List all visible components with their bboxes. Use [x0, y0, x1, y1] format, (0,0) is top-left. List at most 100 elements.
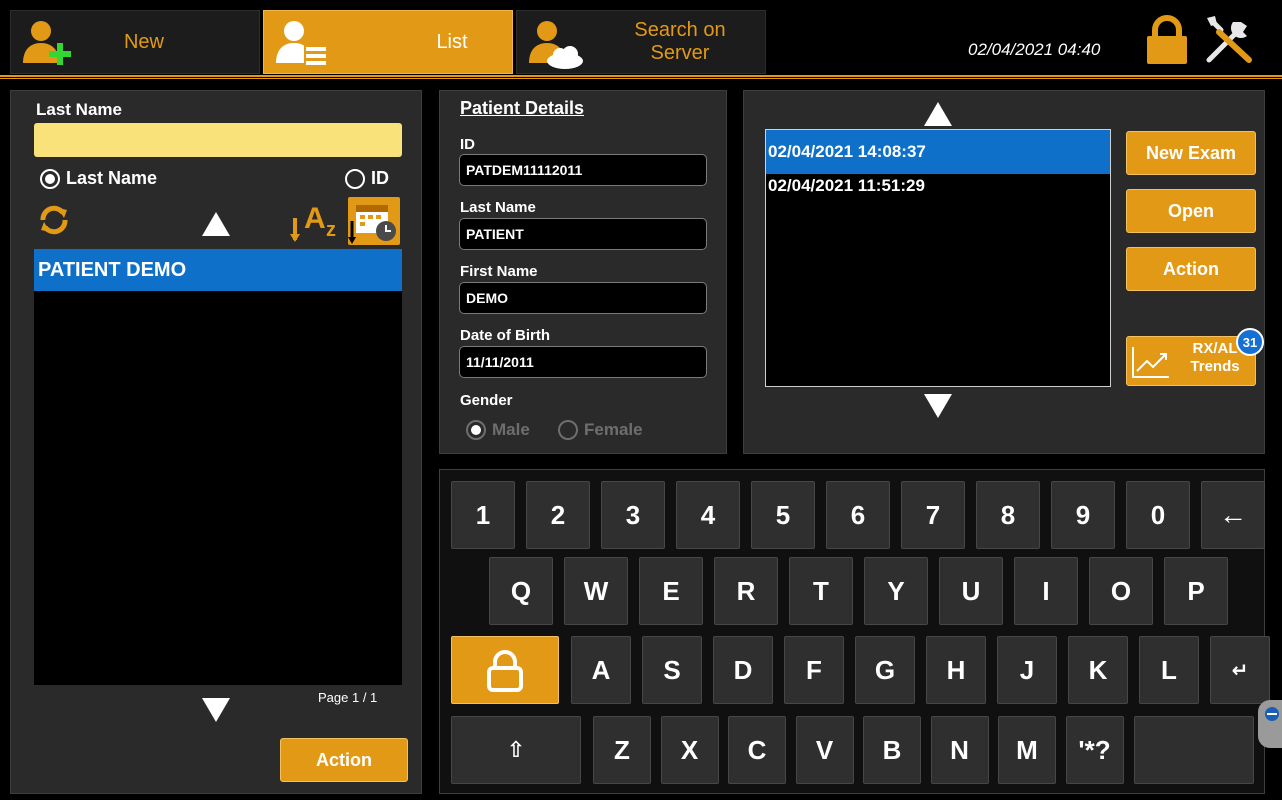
- key-y[interactable]: Y: [864, 557, 928, 625]
- arrow-down-icon[interactable]: [202, 698, 230, 722]
- key-p[interactable]: P: [1164, 557, 1228, 625]
- sort-date-icon: [348, 205, 396, 244]
- key-7[interactable]: 7: [901, 481, 965, 549]
- key-e[interactable]: E: [639, 557, 703, 625]
- radio-last-name[interactable]: Last Name: [40, 168, 157, 189]
- open-exam-button[interactable]: Open: [1126, 189, 1256, 233]
- exam-list-item[interactable]: 02/04/2021 11:51:29: [766, 174, 1110, 222]
- key-quotestarquestion[interactable]: '*?: [1065, 716, 1124, 784]
- key-6[interactable]: 6: [826, 481, 890, 549]
- tab-search-server-label-line1: Search on: [634, 19, 726, 41]
- radio-id-indicator: [345, 168, 365, 189]
- key-1[interactable]: 1: [451, 481, 515, 549]
- gender-female-label: Female: [584, 420, 643, 439]
- key-f[interactable]: F: [784, 636, 844, 704]
- caps-lock-key[interactable]: [451, 636, 559, 704]
- key-t[interactable]: T: [789, 557, 853, 625]
- sort-date-button[interactable]: [348, 197, 400, 245]
- key-shift[interactable]: ⇧: [451, 716, 581, 784]
- key-j[interactable]: J: [997, 636, 1057, 704]
- first-name-label: First Name: [460, 263, 538, 280]
- radio-id[interactable]: ID: [345, 168, 389, 189]
- page-indicator: Page 1 / 1: [318, 690, 378, 705]
- key-n[interactable]: N: [930, 716, 989, 784]
- exams-arrow-down-icon[interactable]: [924, 394, 952, 418]
- tools-icon[interactable]: [1203, 14, 1255, 66]
- teamviewer-icon: [1265, 707, 1279, 721]
- tab-list-label: List: [436, 30, 468, 53]
- patient-action-button[interactable]: Action: [280, 738, 408, 782]
- key-5[interactable]: 5: [751, 481, 815, 549]
- exams-arrow-up-icon[interactable]: [924, 102, 952, 126]
- key-c[interactable]: C: [728, 716, 786, 784]
- key-d[interactable]: D: [713, 636, 773, 704]
- key-o[interactable]: O: [1089, 557, 1153, 625]
- dob-field[interactable]: 11/11/2011: [459, 346, 707, 378]
- key-m[interactable]: M: [998, 716, 1056, 784]
- gender-female-radio[interactable]: Female: [558, 420, 643, 440]
- new-exam-button[interactable]: New Exam: [1126, 131, 1256, 175]
- key-k[interactable]: K: [1068, 636, 1128, 704]
- key-l[interactable]: L: [1139, 636, 1199, 704]
- trend-chart-icon: [1132, 347, 1169, 378]
- gender-label: Gender: [460, 392, 513, 409]
- tab-search-server[interactable]: Search on Server: [516, 10, 766, 74]
- patient-list[interactable]: PATIENT DEMO: [34, 249, 402, 685]
- key-q[interactable]: Q: [489, 557, 553, 625]
- key-v[interactable]: V: [795, 716, 854, 784]
- key-4[interactable]: 4: [676, 481, 740, 549]
- key-0[interactable]: 0: [1126, 481, 1190, 549]
- key-i[interactable]: I: [1014, 557, 1078, 625]
- svg-text:z: z: [326, 219, 336, 241]
- tab-new-label: New: [123, 30, 164, 53]
- key-g[interactable]: G: [855, 636, 915, 704]
- exam-list-item[interactable]: 02/04/2021 14:08:37: [766, 130, 1110, 174]
- refresh-button[interactable]: [34, 200, 74, 240]
- key-backspace[interactable]: ←: [1201, 481, 1265, 549]
- radio-last-name-label: Last Name: [66, 168, 158, 188]
- first-name-field[interactable]: DEMO: [459, 282, 707, 314]
- key-h[interactable]: H: [926, 636, 986, 704]
- gender-female-indicator: [558, 420, 578, 440]
- top-bar: New List Search on Server 02/04/2021 04:4…: [0, 0, 1282, 79]
- sort-alpha-icon[interactable]: A z: [290, 196, 344, 246]
- exam-action-button[interactable]: Action: [1126, 247, 1256, 291]
- gender-male-radio[interactable]: Male: [466, 420, 530, 440]
- last-name-search-input[interactable]: [34, 123, 402, 157]
- side-panel-handle[interactable]: [1258, 700, 1282, 748]
- last-name-field[interactable]: PATIENT: [459, 218, 707, 250]
- key-x[interactable]: X: [660, 716, 719, 784]
- key-z[interactable]: Z: [593, 716, 651, 784]
- details-title: Patient Details: [460, 98, 585, 118]
- id-field[interactable]: PATDEM11112011: [459, 154, 707, 186]
- radio-last-name-indicator: [40, 168, 60, 189]
- last-name-label: Last Name: [460, 199, 536, 216]
- svg-text:A: A: [304, 202, 326, 235]
- key-b[interactable]: B: [863, 716, 921, 784]
- list-item[interactable]: PATIENT DEMO: [34, 249, 402, 291]
- key-w[interactable]: W: [564, 557, 628, 625]
- tab-search-server-label: Search on Server: [615, 11, 745, 73]
- key-r[interactable]: R: [714, 557, 778, 625]
- trends-count-badge: 31: [1236, 328, 1264, 356]
- id-label: ID: [460, 136, 475, 153]
- tab-list[interactable]: List: [263, 10, 513, 74]
- key-2[interactable]: 2: [526, 481, 590, 549]
- exam-list[interactable]: 02/04/2021 14:08:37 02/04/2021 11:51:29: [765, 129, 1111, 387]
- cloud-search-icon: [529, 21, 583, 69]
- lock-icon[interactable]: [1143, 14, 1191, 66]
- key-9[interactable]: 9: [1051, 481, 1115, 549]
- lock-icon: [487, 650, 523, 692]
- refresh-icon: [40, 205, 68, 235]
- gender-male-indicator: [466, 420, 486, 440]
- key-enter[interactable]: ↵: [1210, 636, 1270, 704]
- key-a[interactable]: A: [571, 636, 631, 704]
- arrow-up-icon[interactable]: [202, 212, 230, 236]
- key-u[interactable]: U: [939, 557, 1003, 625]
- tab-new[interactable]: New: [10, 10, 260, 74]
- key-s[interactable]: S: [642, 636, 702, 704]
- trends-label-line2: Trends: [1190, 358, 1240, 375]
- key-blank[interactable]: [1134, 716, 1254, 784]
- key-3[interactable]: 3: [601, 481, 665, 549]
- key-8[interactable]: 8: [976, 481, 1040, 549]
